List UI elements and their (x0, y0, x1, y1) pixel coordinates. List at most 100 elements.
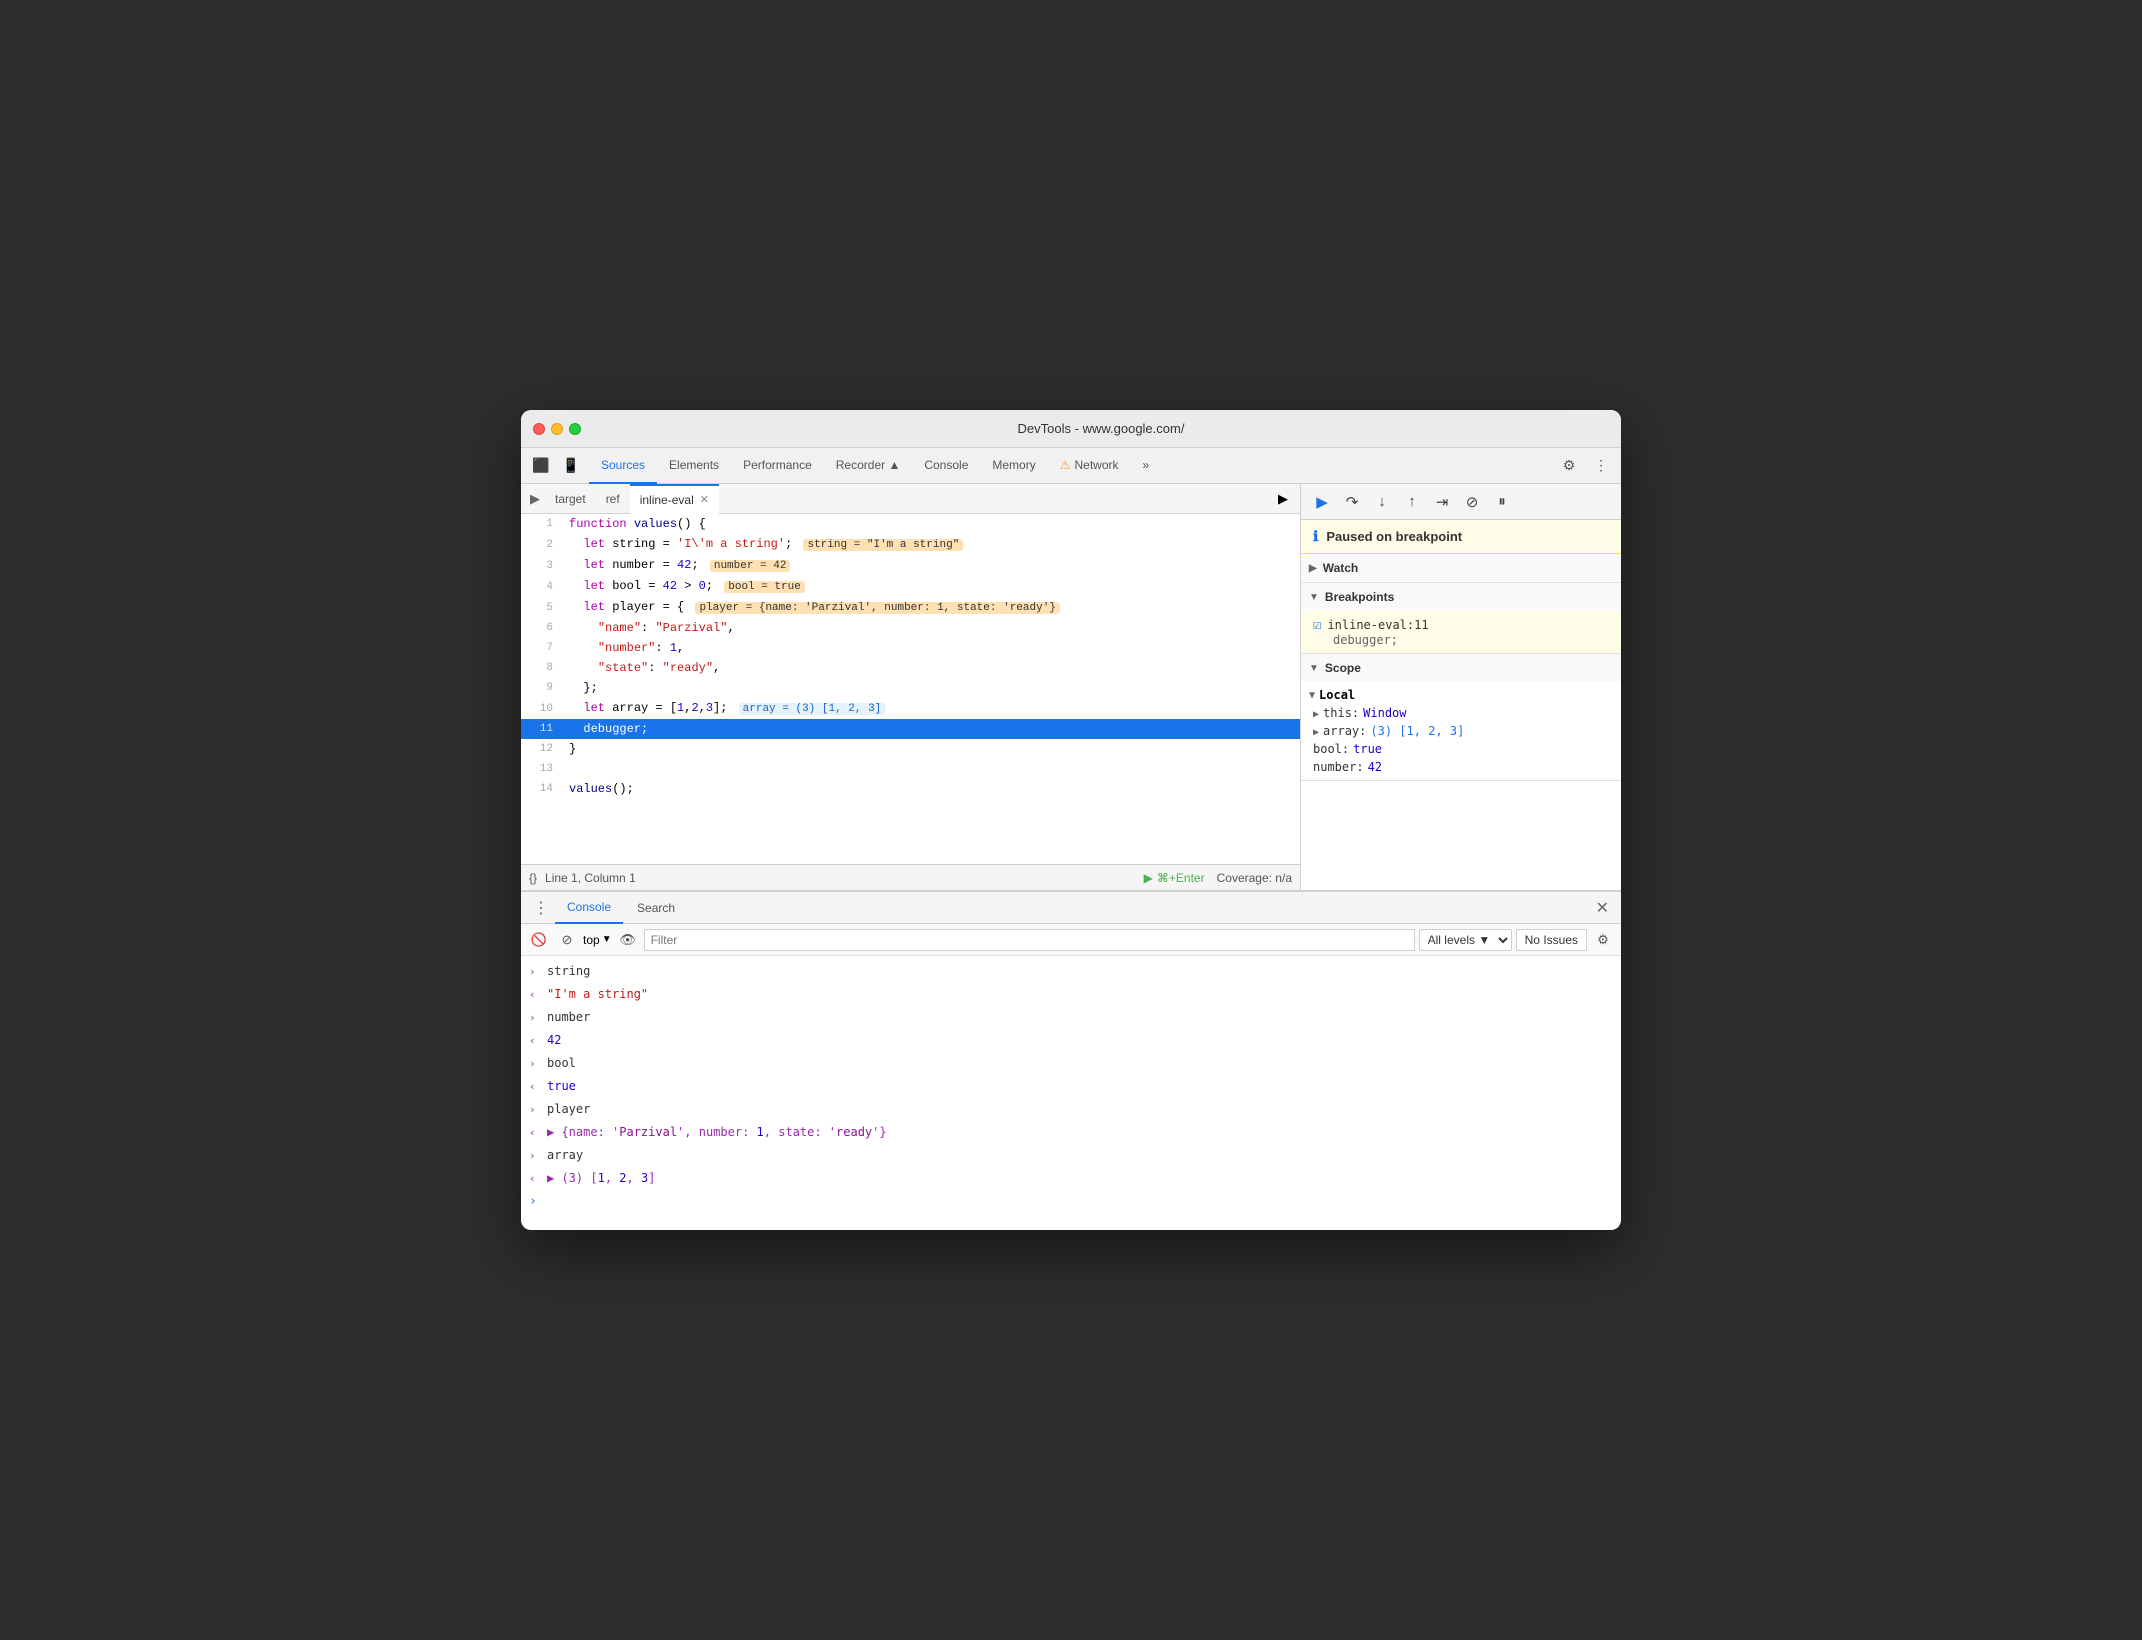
step-button[interactable]: ⇥ (1429, 489, 1455, 515)
scope-bool: bool: true (1301, 740, 1621, 758)
tab-network[interactable]: ⚠ Network (1048, 448, 1131, 484)
scope-this: ▶ this: Window (1301, 704, 1621, 722)
step-into-button[interactable]: ↓ (1369, 489, 1395, 515)
console-entry-number-in: › number (521, 1006, 1621, 1029)
code-line-9: 9 }; (521, 678, 1300, 698)
code-line-6: 6 "name": "Parzival", (521, 618, 1300, 638)
close-tab-icon[interactable]: ✕ (700, 493, 709, 506)
output-arrow: ‹ (529, 1169, 543, 1189)
scope-label: Scope (1325, 661, 1361, 675)
coverage-indicator: Coverage: n/a (1217, 871, 1292, 885)
context-selector[interactable]: top ▼ (583, 933, 612, 947)
console-text[interactable]: ▶ {name: 'Parzival', number: 1, state: '… (547, 1122, 887, 1142)
code-line-2: 2 let string = 'I\'m a string'; string =… (521, 534, 1300, 555)
log-level-select[interactable]: All levels ▼ (1419, 929, 1512, 951)
breakpoints-expand-icon: ▼ (1309, 592, 1319, 603)
file-tree-toggle[interactable]: ▶ (525, 489, 545, 509)
output-arrow: ‹ (529, 1077, 543, 1097)
run-button[interactable]: ▶ ⌘+Enter (1144, 871, 1205, 885)
console-entry-string-in: › string (521, 960, 1621, 983)
code-editor[interactable]: 1 function values() { 2 let string = 'I\… (521, 514, 1300, 864)
output-arrow: ‹ (529, 985, 543, 1005)
tab-memory[interactable]: Memory (980, 448, 1047, 484)
breakpoints-section: ▼ Breakpoints ☑ inline-eval:11 debugger; (1301, 583, 1621, 654)
breakpoint-code: debugger; (1313, 633, 1609, 647)
position-indicator: Line 1, Column 1 (545, 871, 636, 885)
tab-elements[interactable]: Elements (657, 448, 731, 484)
breakpoint-label: ☑ inline-eval:11 (1313, 617, 1609, 633)
tab-search[interactable]: Search (625, 892, 687, 924)
tab-performance[interactable]: Performance (731, 448, 824, 484)
console-close-button[interactable]: ✕ (1592, 894, 1613, 922)
this-expand-icon[interactable]: ▶ (1313, 709, 1319, 720)
tab-console-bottom[interactable]: Console (555, 892, 623, 924)
console-tabs: ⋮ Console Search ✕ (521, 892, 1621, 924)
maximize-button[interactable] (569, 423, 581, 435)
main-content: ▶ target ref inline-eval ✕ ▶ (521, 484, 1621, 1230)
watch-header[interactable]: ▶ Watch (1301, 554, 1621, 582)
breakpoint-name: inline-eval:11 (1327, 618, 1428, 632)
file-tabs: ▶ target ref inline-eval ✕ ▶ (521, 484, 1300, 514)
console-filter-input[interactable] (644, 929, 1415, 951)
more-options-icon[interactable]: ⋮ (1587, 452, 1615, 480)
breakpoint-checkbox[interactable]: ☑ (1313, 617, 1321, 633)
tab-sources[interactable]: Sources (589, 448, 657, 484)
no-issues-button[interactable]: No Issues (1516, 929, 1587, 951)
array-expand-icon[interactable]: ▶ (1313, 727, 1319, 738)
clear-console-button[interactable]: 🚫 (527, 928, 551, 952)
eye-icon[interactable]: 👁 (616, 928, 640, 952)
bottom-panel: ⋮ Console Search ✕ 🚫 ⊘ top ▼ 👁 (521, 890, 1621, 1230)
scope-expand-icon: ▼ (1309, 663, 1319, 674)
output-arrow: ‹ (529, 1031, 543, 1051)
info-icon: ℹ (1313, 528, 1318, 545)
step-out-button[interactable]: ↑ (1399, 489, 1425, 515)
console-settings-icon[interactable]: ⚙ (1591, 928, 1615, 952)
input-arrow: › (529, 1146, 543, 1166)
resume-button[interactable]: ▶ (1309, 489, 1335, 515)
prompt-icon: › (529, 1192, 537, 1212)
code-line-12: 12 } (521, 739, 1300, 759)
step-over-button[interactable]: ↷ (1339, 489, 1365, 515)
left-panel: ▶ target ref inline-eval ✕ ▶ (521, 484, 1301, 890)
tab-recorder[interactable]: Recorder ▲ (824, 448, 913, 484)
deactivate-button[interactable]: ⊘ (1459, 489, 1485, 515)
console-toolbar: 🚫 ⊘ top ▼ 👁 All levels ▼ No Issues ⚙ (521, 924, 1621, 956)
file-tab-ref[interactable]: ref (596, 484, 630, 514)
file-tab-more-icon[interactable]: ▶ (1278, 491, 1288, 506)
scope-content: ▼ Local ▶ this: Window ▶ array: (3) [1, … (1301, 682, 1621, 780)
minimize-button[interactable] (551, 423, 563, 435)
console-entry-array-out: ‹ ▶ (3) [1, 2, 3] (521, 1167, 1621, 1190)
console-output: › string ‹ "I'm a string" › number ‹ 42 … (521, 956, 1621, 1230)
file-tab-target[interactable]: target (545, 484, 596, 514)
settings-icon[interactable]: ⚙ (1555, 452, 1583, 480)
code-line-5: 5 let player = { player = {name: 'Parziv… (521, 597, 1300, 618)
braces-icon[interactable]: {} (529, 871, 537, 885)
scope-header[interactable]: ▼ Scope (1301, 654, 1621, 682)
status-bar-right: ▶ ⌘+Enter Coverage: n/a (1144, 871, 1292, 885)
pause-exception-button[interactable]: ⏸ (1489, 489, 1515, 515)
file-tab-inline-eval[interactable]: inline-eval ✕ (630, 484, 719, 514)
inspect-icon[interactable]: ⬛ (527, 452, 555, 480)
debug-toolbar: ▶ ↷ ↓ ↑ ⇥ ⊘ ⏸ (1301, 484, 1621, 520)
breakpoints-header[interactable]: ▼ Breakpoints (1301, 583, 1621, 611)
device-icon[interactable]: 📱 (557, 452, 585, 480)
local-expand-icon[interactable]: ▼ (1309, 690, 1315, 701)
console-entry-bool-out: ‹ true (521, 1075, 1621, 1098)
console-entry-array-in: › array (521, 1144, 1621, 1167)
console-entry-player-in: › player (521, 1098, 1621, 1121)
console-text: bool (547, 1053, 576, 1073)
code-line-11: 11 debugger; (521, 719, 1300, 739)
console-text[interactable]: ▶ (3) [1, 2, 3] (547, 1168, 655, 1188)
console-menu-icon[interactable]: ⋮ (529, 896, 553, 920)
console-text: true (547, 1076, 576, 1096)
paused-text: Paused on breakpoint (1326, 529, 1462, 544)
traffic-lights (533, 423, 581, 435)
tab-more[interactable]: » (1131, 448, 1162, 484)
scope-local-label: Local (1319, 688, 1355, 702)
scope-local-group: ▼ Local (1301, 686, 1621, 704)
prohibit-icon[interactable]: ⊘ (555, 928, 579, 952)
close-button[interactable] (533, 423, 545, 435)
input-arrow: › (529, 1100, 543, 1120)
tab-console[interactable]: Console (912, 448, 980, 484)
code-line-1: 1 function values() { (521, 514, 1300, 534)
